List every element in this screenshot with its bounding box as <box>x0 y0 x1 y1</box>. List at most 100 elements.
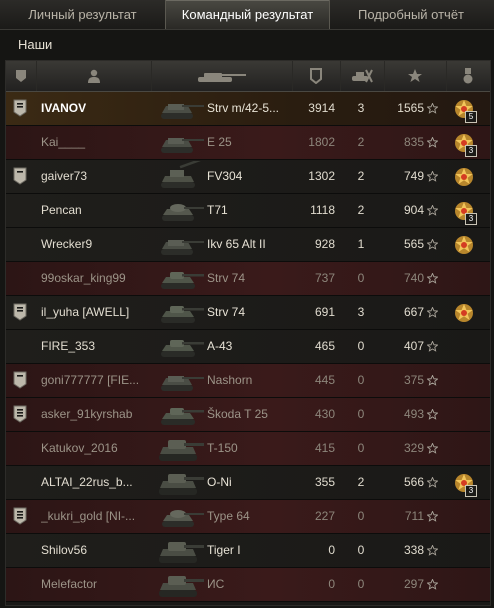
kills-value: 0 <box>357 509 365 523</box>
damage-value: 415 <box>314 441 335 455</box>
player-name: goni777777 [FIE... <box>41 373 140 387</box>
player-name: Wrecker9 <box>41 237 93 251</box>
tank-name: O-Ni <box>207 475 232 489</box>
xp-value: 329 <box>403 441 424 455</box>
sort-medals-icon[interactable] <box>446 61 490 91</box>
xp-value: 407 <box>403 339 424 353</box>
sort-tank-icon[interactable] <box>151 61 293 91</box>
kills-value: 1 <box>357 237 365 251</box>
medal-count-badge: 3 <box>465 145 477 157</box>
table-row[interactable]: _kukri_gold [NI-... Type 64 227 0 711 <box>6 500 490 534</box>
table-row[interactable]: goni777777 [FIE... Nashorn 445 0 375 <box>6 364 490 398</box>
player-name: Melefactor <box>41 577 98 591</box>
xp-value: 711 <box>404 509 424 523</box>
tank-name: Strv 74 <box>207 271 246 285</box>
tank-name: Škoda T 25 <box>207 407 268 421</box>
table-row[interactable]: Kai____ E 25 1802 2 835 3 <box>6 126 490 160</box>
tank-name: T-150 <box>207 441 238 455</box>
tab-detailed-report[interactable]: Подробный отчёт <box>328 0 494 29</box>
xp-value: 338 <box>403 543 424 557</box>
xp-value: 749 <box>403 169 424 183</box>
damage-value: 0 <box>328 577 335 591</box>
damage-value: 1118 <box>310 203 335 217</box>
damage-value: 3914 <box>308 101 335 115</box>
sort-rank-icon[interactable] <box>6 61 37 91</box>
xp-value: 297 <box>403 577 424 591</box>
kills-value: 2 <box>357 203 365 217</box>
damage-value: 445 <box>314 373 335 387</box>
sort-damage-icon[interactable] <box>292 61 341 91</box>
player-name: Shilov56 <box>41 543 88 557</box>
xp-value: 667 <box>403 305 424 319</box>
sort-xp-icon[interactable] <box>384 61 447 91</box>
xp-value: 1565 <box>397 101 424 115</box>
tab-personal-result[interactable]: Личный результат <box>0 0 165 29</box>
table-row[interactable]: FIRE_353 A-43 465 0 407 <box>6 330 490 364</box>
table-row[interactable]: Shilov56 Tiger I 0 0 338 <box>6 534 490 568</box>
kills-value: 2 <box>357 135 365 149</box>
tank-name: E 25 <box>207 135 232 149</box>
tank-name: Strv 74 <box>207 305 246 319</box>
player-name: gaiver73 <box>41 169 88 183</box>
tank-name: Strv m/42-5... <box>207 101 280 115</box>
player-name: asker_91kyrshab <box>41 407 133 421</box>
kills-value: 0 <box>357 339 365 353</box>
tank-name: Tiger I <box>207 543 241 557</box>
table-row[interactable]: Katukov_2016 T-150 415 0 329 <box>6 432 490 466</box>
kills-value: 0 <box>357 407 365 421</box>
kills-value: 0 <box>357 577 365 591</box>
sort-player-icon[interactable] <box>36 61 152 91</box>
kills-value: 0 <box>357 271 365 285</box>
kills-value: 2 <box>357 169 365 183</box>
tank-name: ИС <box>207 577 225 591</box>
kills-value: 3 <box>357 305 365 319</box>
xp-value: 566 <box>403 475 424 489</box>
damage-value: 227 <box>314 509 335 523</box>
team-label: Наши <box>18 37 53 52</box>
damage-value: 691 <box>314 305 335 319</box>
table-header <box>6 61 490 92</box>
player-name: Katukov_2016 <box>41 441 118 455</box>
table-row[interactable]: Melefactor ИС 0 0 297 <box>6 568 490 602</box>
tank-name: FV304 <box>207 169 243 183</box>
damage-value: 430 <box>314 407 335 421</box>
damage-value: 1302 <box>308 169 335 183</box>
medal-count-badge: 3 <box>465 485 477 497</box>
damage-value: 928 <box>314 237 335 251</box>
damage-value: 0 <box>328 543 335 557</box>
sort-kills-icon[interactable] <box>340 61 385 91</box>
player-name: Kai____ <box>41 135 86 149</box>
tank-name: A-43 <box>207 339 233 353</box>
table-row[interactable]: asker_91kyrshab Škoda T 25 430 0 493 <box>6 398 490 432</box>
table-row[interactable]: il_yuha [AWELL] Strv 74 691 3 667 <box>6 296 490 330</box>
player-name: 99oskar_king99 <box>41 271 126 285</box>
battle-results-window: Личный результат Командный результат Под… <box>0 0 494 608</box>
table-row[interactable]: 99oskar_king99 Strv 74 737 0 740 <box>6 262 490 296</box>
table-row[interactable]: ALTAI_22rus_b... O-Ni 355 2 566 3 <box>6 466 490 500</box>
damage-value: 1802 <box>308 135 335 149</box>
table-row[interactable]: Pencan T71 1118 2 904 3 <box>6 194 490 228</box>
xp-value: 493 <box>403 407 424 421</box>
damage-value: 737 <box>314 271 335 285</box>
kills-value: 0 <box>357 373 365 387</box>
player-name: FIRE_353 <box>41 339 96 353</box>
tank-name: T71 <box>207 203 228 217</box>
xp-value: 565 <box>403 237 424 251</box>
damage-value: 355 <box>314 475 335 489</box>
medal-count-badge: 3 <box>465 213 477 225</box>
tank-name: Type 64 <box>207 509 250 523</box>
xp-value: 904 <box>403 203 424 217</box>
table-row[interactable]: gaiver73 FV304 1302 2 749 <box>6 160 490 194</box>
player-name: IVANOV <box>41 101 87 115</box>
tab-team-result[interactable]: Командный результат <box>165 0 330 29</box>
kills-value: 2 <box>357 475 365 489</box>
table-row[interactable]: Wrecker9 Ikv 65 Alt II 928 1 565 <box>6 228 490 262</box>
medal-count-badge: 5 <box>465 111 477 123</box>
table-row[interactable]: IVANOV Strv m/42-5... 3914 3 1565 5 <box>6 92 490 126</box>
damage-value: 465 <box>314 339 335 353</box>
xp-value: 835 <box>403 135 424 149</box>
tank-name: Ikv 65 Alt II <box>207 237 266 251</box>
xp-value: 375 <box>403 373 424 387</box>
xp-value: 740 <box>403 271 424 285</box>
player-name: Pencan <box>41 203 82 217</box>
